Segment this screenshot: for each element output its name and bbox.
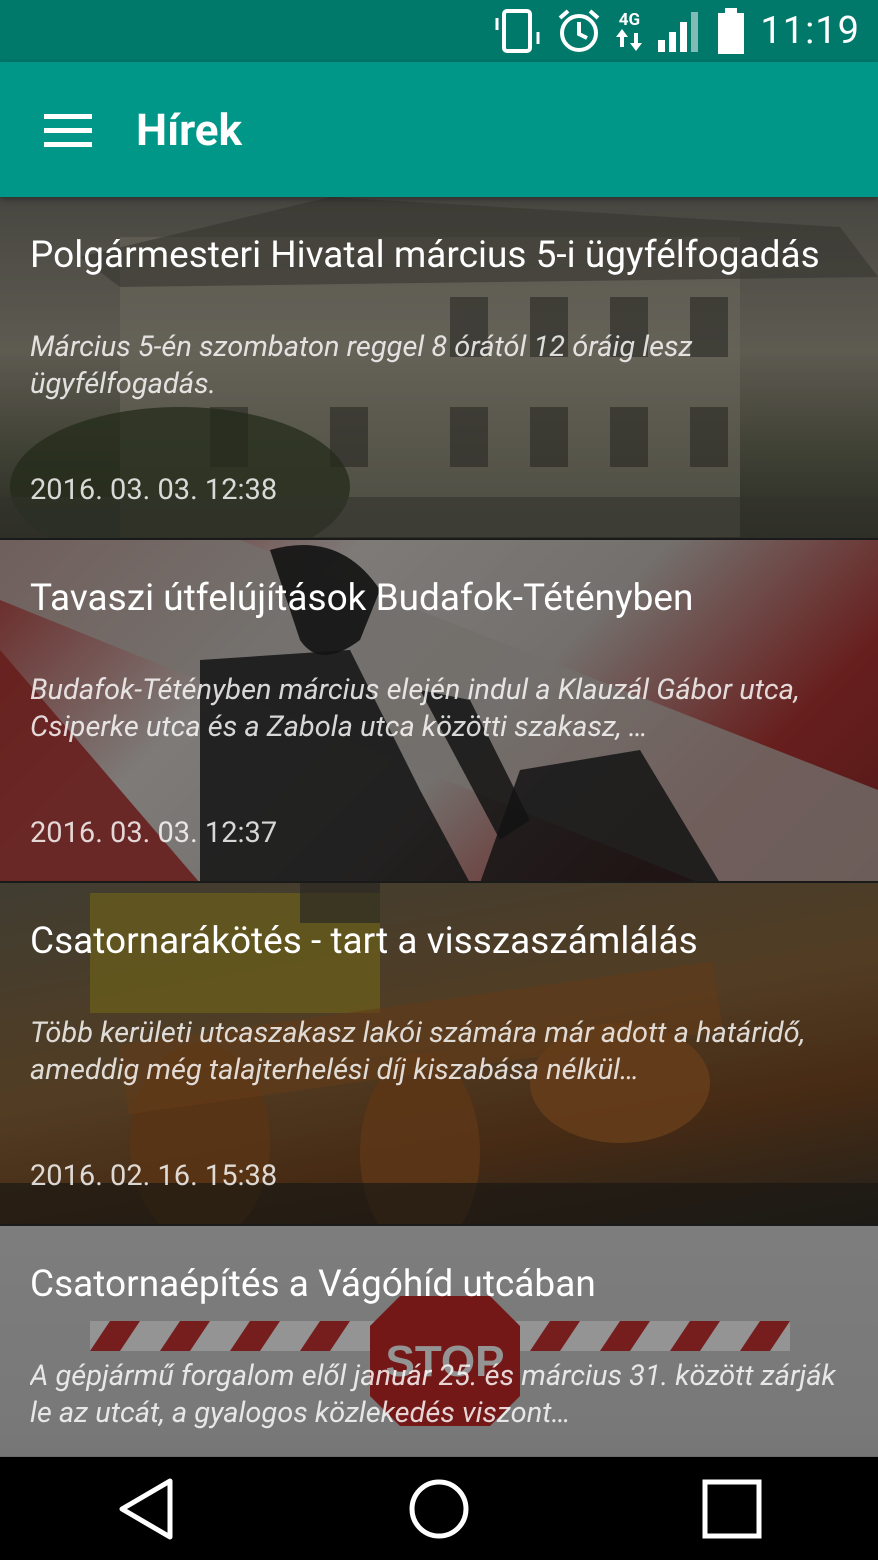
recents-square-icon[interactable] xyxy=(672,1457,792,1560)
clock: 11:19 xyxy=(760,9,860,53)
alarm-icon xyxy=(556,8,602,54)
network-label: 4G xyxy=(618,9,641,30)
news-list: Polgármesteri Hivatal március 5-i ügyfél… xyxy=(0,197,878,1457)
news-title: Polgármesteri Hivatal március 5-i ügyfél… xyxy=(30,234,820,277)
news-title: Tavaszi útfelújítások Budafok-Tétényben xyxy=(30,577,694,620)
news-excerpt: Március 5-én szombaton reggel 8 órától 1… xyxy=(30,330,693,401)
news-excerpt: Több kerületi utcaszakasz lakói számára … xyxy=(30,1016,806,1087)
news-title: Csatornarákötés - tart a visszaszámlálás xyxy=(30,920,698,963)
news-content: Polgármesteri Hivatal március 5-i ügyfél… xyxy=(0,197,878,538)
news-item[interactable]: Tavaszi útfelújítások Budafok-Tétényben … xyxy=(0,540,878,883)
status-bar: 4G 11:19 xyxy=(0,0,878,62)
home-circle-icon[interactable] xyxy=(379,1457,499,1560)
page-title: Hírek xyxy=(136,103,243,156)
back-triangle-icon[interactable] xyxy=(86,1457,206,1560)
news-title: Csatornaépítés a Vágóhíd utcában xyxy=(30,1263,596,1306)
news-item[interactable]: Csatornarákötés - tart a visszaszámlálás… xyxy=(0,883,878,1226)
news-item[interactable]: Polgármesteri Hivatal március 5-i ügyfél… xyxy=(0,197,878,540)
navigation-bar xyxy=(0,1457,878,1560)
news-content: Csatornaépítés a Vágóhíd utcában A gépjá… xyxy=(0,1226,878,1457)
news-content: Tavaszi útfelújítások Budafok-Tétényben … xyxy=(0,540,878,881)
network-4g-icon: 4G xyxy=(614,9,644,51)
news-excerpt: A gépjármű forgalom elől január 25. és m… xyxy=(30,1359,836,1430)
news-item[interactable]: STOP Csatornaépítés a Vágóhíd utcában A … xyxy=(0,1226,878,1457)
news-date: 2016. 03. 03. 12:37 xyxy=(30,816,278,850)
news-content: Csatornarákötés - tart a visszaszámlálás… xyxy=(0,883,878,1224)
vibrate-icon xyxy=(494,8,544,54)
signal-icon xyxy=(656,8,704,54)
app-bar: Hírek xyxy=(0,62,878,197)
hamburger-menu-icon[interactable] xyxy=(0,62,136,197)
news-date: 2016. 02. 16. 15:38 xyxy=(30,1159,278,1193)
news-date: 2016. 03. 03. 12:38 xyxy=(30,473,278,507)
battery-icon xyxy=(716,7,746,55)
news-excerpt: Budafok-Tétényben március elején indul a… xyxy=(30,673,800,744)
